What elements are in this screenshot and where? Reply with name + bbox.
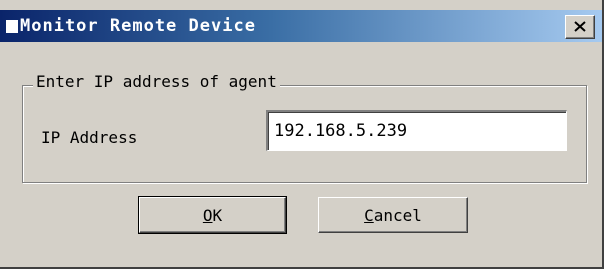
title-bar[interactable]: Monitor Remote Device (0, 10, 602, 42)
window-icon (6, 20, 18, 33)
cancel-mnemonic: C (364, 205, 374, 225)
cancel-button[interactable]: Cancel (318, 197, 468, 233)
group-label: Enter IP address of agent (33, 72, 280, 91)
close-icon (574, 21, 586, 32)
cancel-label-rest: ancel (373, 205, 422, 225)
close-button[interactable] (565, 15, 595, 39)
dialog-window: Monitor Remote Device Enter IP address o… (0, 0, 604, 269)
ok-button[interactable]: OK (138, 196, 287, 234)
ok-mnemonic: O (202, 205, 213, 225)
ok-label-rest: K (212, 205, 223, 225)
ip-address-label: IP Address (41, 128, 138, 147)
window-title: Monitor Remote Device (20, 16, 256, 36)
ip-address-input[interactable] (266, 110, 567, 151)
